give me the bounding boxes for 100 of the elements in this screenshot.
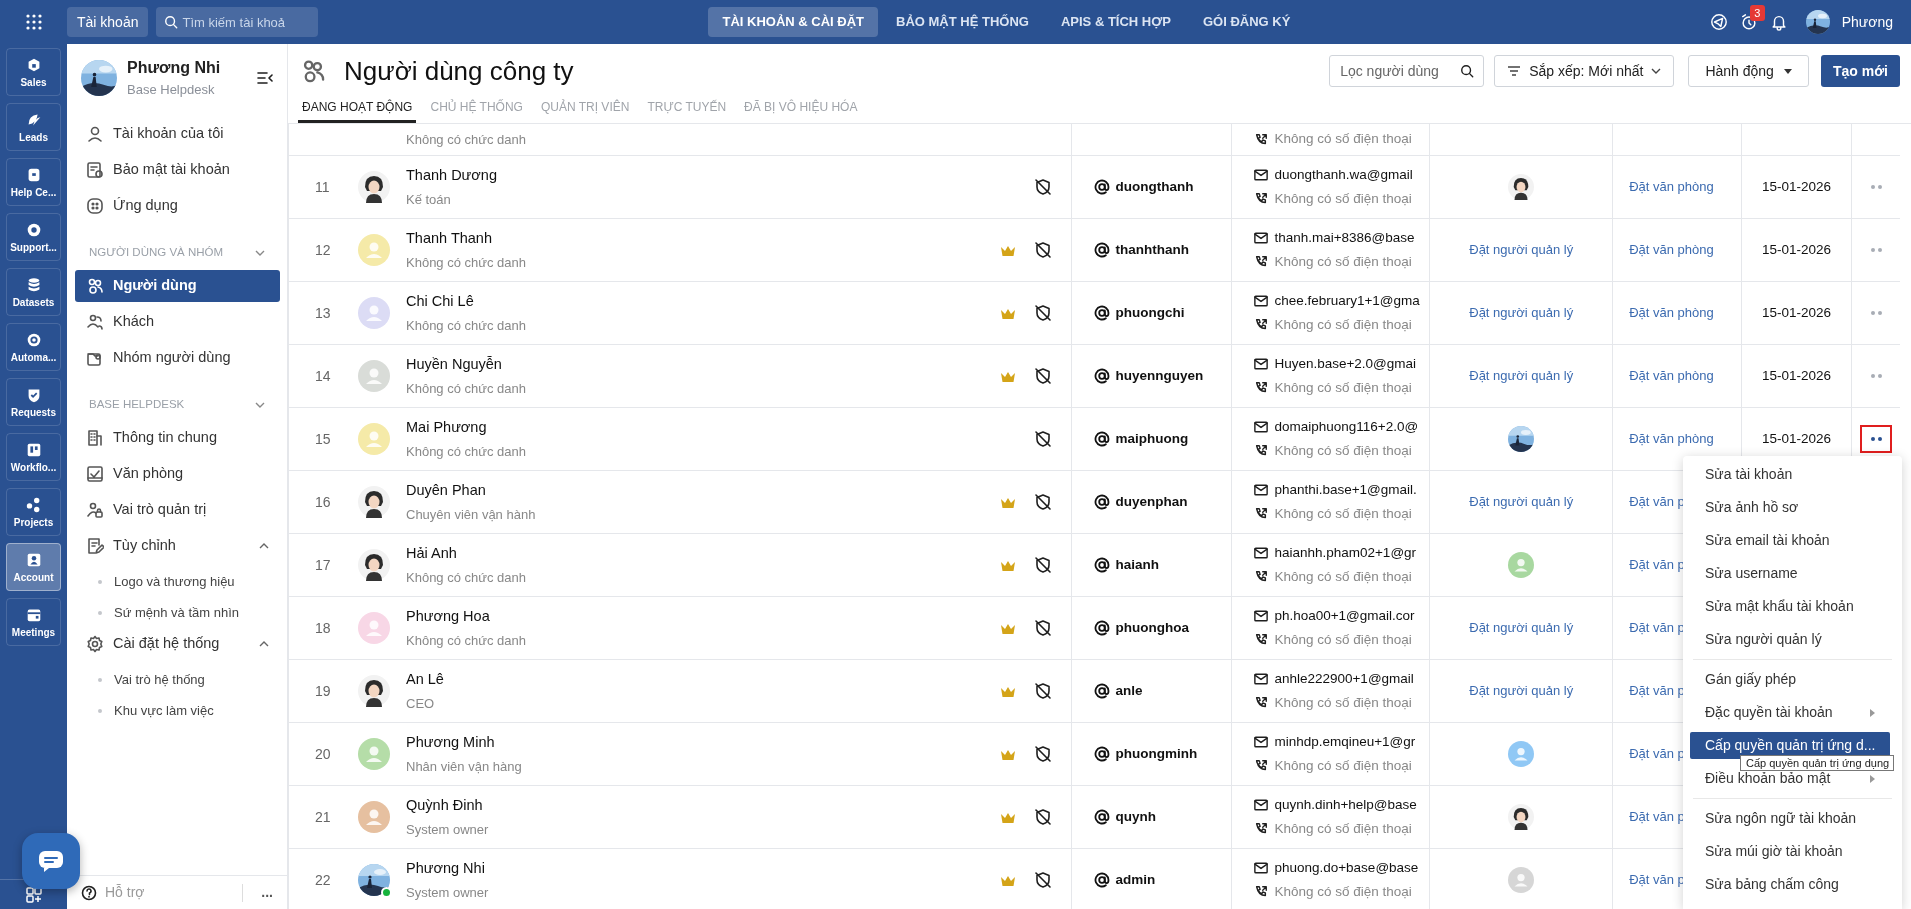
filter-field[interactable]: Lọc người dùng	[1329, 55, 1485, 87]
sort-button[interactable]: Sắp xếp: Mới nhất	[1494, 55, 1675, 87]
more-button[interactable]: ...	[261, 882, 273, 903]
sidebar-subitem[interactable]: Khu vực làm việc	[114, 700, 214, 721]
more-actions-button[interactable]	[1860, 425, 1892, 453]
set-manager-link[interactable]: Đặt người quản lý	[1469, 240, 1574, 260]
set-office-link[interactable]: Đặt văn phòng	[1629, 177, 1714, 197]
mail-icon	[1254, 295, 1269, 308]
sidebar-item[interactable]: Thông tin chung	[75, 422, 280, 454]
chevron-down-icon	[1651, 68, 1662, 74]
add-widget-icon[interactable]	[25, 886, 42, 903]
rail-item[interactable]: Sales	[6, 48, 61, 96]
sidebar-subitem[interactable]: Logo và thương hiệu	[114, 571, 235, 592]
row-number: 21	[314, 807, 332, 827]
job-title: Không có chức danh	[406, 631, 526, 650]
sidebar-item-icon	[86, 313, 104, 331]
email-text: haianhh.pham02+1@gr	[1274, 544, 1417, 563]
nav-tab[interactable]: GÓI ĐĂNG KÝ	[1188, 7, 1305, 37]
phone-text: Không có số điện thoại	[1274, 315, 1412, 334]
create-button[interactable]: Tạo mới	[1820, 55, 1900, 87]
mail-icon	[1254, 673, 1269, 686]
menu-item[interactable]: Sửa ảnh hồ sơ	[1690, 494, 1890, 521]
search-icon	[1460, 64, 1475, 78]
rail-item[interactable]: Datasets	[6, 268, 61, 316]
phone-icon	[1254, 758, 1269, 773]
sidebar-item[interactable]: Khách	[75, 306, 280, 338]
set-office-link[interactable]: Đặt văn phòng	[1629, 429, 1714, 449]
chevron-down-icon[interactable]	[255, 402, 265, 408]
set-office-link[interactable]: Đặt văn phòng	[1629, 240, 1714, 260]
at-sign-icon	[1093, 809, 1110, 825]
row-number: 19	[314, 681, 332, 701]
collapse-sidebar-icon[interactable]	[257, 71, 273, 85]
set-manager-link[interactable]: Đặt người quản lý	[1469, 681, 1574, 701]
apps-grid-icon[interactable]	[24, 13, 43, 31]
sidebar-item[interactable]: Nhóm người dùng	[75, 342, 280, 374]
menu-item[interactable]: Sửa mật khẩu tài khoản	[1690, 593, 1890, 620]
sidebar-item[interactable]: Người dùng	[75, 270, 280, 302]
phone-icon	[1254, 632, 1269, 647]
shield-off-icon	[1033, 430, 1052, 448]
rail-item[interactable]: Leads	[6, 103, 61, 151]
nav-tab[interactable]: TÀI KHOẢN & CÀI ĐẶT	[708, 7, 879, 37]
email-text: anhle222900+1@gmail	[1274, 670, 1414, 689]
sidebar-item[interactable]: Tùy chỉnh	[75, 530, 280, 562]
set-manager-link[interactable]: Đặt người quản lý	[1469, 492, 1574, 512]
menu-item[interactable]: Gán giấy phép	[1690, 666, 1890, 693]
sidebar-item[interactable]: Ứng dụng	[75, 190, 280, 222]
avatar-icon	[1508, 804, 1535, 830]
sidebar-item[interactable]: Tài khoản của tôi	[75, 118, 280, 150]
shield-off-icon	[1033, 304, 1052, 322]
rail-item[interactable]: Workflo...	[6, 433, 61, 481]
rail-item[interactable]: Help Ce...	[6, 158, 61, 206]
row-number: 20	[314, 744, 332, 764]
chat-button[interactable]	[22, 833, 80, 889]
at-sign-icon	[1093, 683, 1110, 699]
username-text: thanhthanh	[1115, 240, 1189, 259]
menu-item[interactable]: Đặc quyền tài khoản	[1690, 699, 1890, 726]
menu-item[interactable]: Sửa username	[1690, 560, 1890, 587]
set-manager-link[interactable]: Đặt người quản lý	[1469, 303, 1574, 323]
rail-item[interactable]: Support...	[6, 213, 61, 261]
set-office-link[interactable]: Đặt văn phòng	[1629, 366, 1714, 386]
set-manager-link[interactable]: Đặt người quản lý	[1469, 618, 1574, 638]
job-title: Chuyên viên vận hành	[406, 505, 536, 524]
nav-tab[interactable]: BẢO MẬT HỆ THỐNG	[882, 7, 1043, 37]
sidebar-item[interactable]: Bảo mật tài khoản	[75, 154, 280, 186]
username-text: quynh	[1115, 807, 1156, 826]
user-name: Phương Nhi	[406, 858, 486, 878]
menu-item[interactable]: Sửa người quản lý	[1690, 626, 1890, 653]
rail-item[interactable]: Requests	[6, 378, 61, 426]
send-icon[interactable]	[1709, 13, 1728, 31]
menu-item[interactable]: Sửa ngôn ngữ tài khoản	[1690, 805, 1890, 832]
username-text: duongthanh	[1115, 177, 1194, 196]
sidebar-item[interactable]: Vai trò quản trị	[75, 494, 280, 526]
rail-item[interactable]: Account	[6, 543, 61, 591]
user-name: Mai Phương	[406, 417, 488, 437]
menu-item[interactable]: Sửa bảng chấm công	[1690, 871, 1890, 898]
sidebar-item[interactable]: Văn phòng	[75, 458, 280, 490]
sidebar-subitem[interactable]: Vai trò hệ thống	[114, 669, 205, 690]
mail-icon	[1254, 547, 1269, 560]
rail-item[interactable]: Automa...	[6, 323, 61, 371]
sidebar-subitem[interactable]: Sứ mệnh và tầm nhìn	[114, 602, 240, 623]
user-name: Hải Anh	[406, 543, 458, 563]
actions-button[interactable]: Hành động	[1688, 55, 1809, 87]
menu-item[interactable]: Sửa tài khoản	[1690, 461, 1890, 488]
section-heading: BASE HELPDESK	[89, 397, 185, 413]
menu-item[interactable]: Sửa múi giờ tài khoản	[1690, 838, 1890, 865]
page-tab[interactable]: ĐANG HOẠT ĐỘNG	[298, 93, 417, 123]
sidebar-item-icon	[86, 125, 104, 143]
app-switcher-button[interactable]: Tài khoản	[67, 7, 149, 37]
menu-item[interactable]: Sửa email tài khoản	[1690, 527, 1890, 554]
user-name: Phương Minh	[406, 732, 496, 752]
chevron-down-icon[interactable]	[255, 250, 265, 256]
set-office-link[interactable]: Đặt văn phòng	[1629, 303, 1714, 323]
sidebar-item[interactable]: Cài đặt hệ thống	[75, 628, 280, 660]
mail-icon	[1254, 358, 1269, 371]
rail-item[interactable]: Meetings	[6, 598, 61, 646]
nav-tab[interactable]: APIS & TÍCH HỢP	[1046, 7, 1185, 37]
shield-off-icon	[1033, 682, 1052, 700]
rail-item[interactable]: Projects	[6, 488, 61, 536]
set-manager-link[interactable]: Đặt người quản lý	[1469, 366, 1574, 386]
mail-icon	[1254, 610, 1269, 623]
